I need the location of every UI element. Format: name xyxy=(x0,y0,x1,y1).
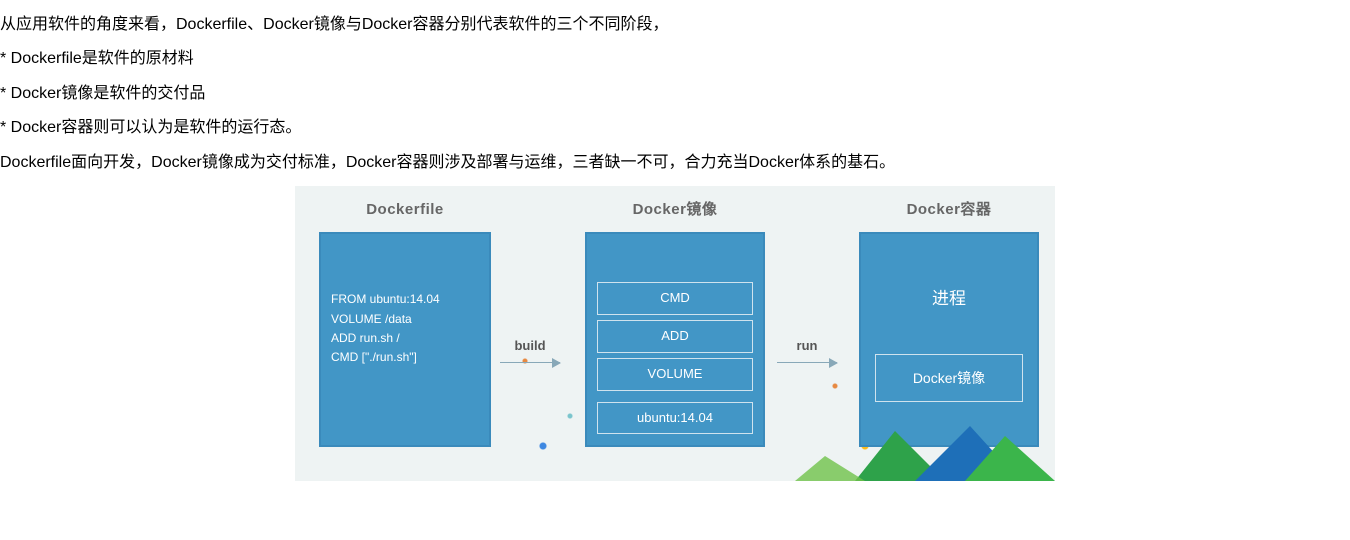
dockerfile-box: FROM ubuntu:14.04 VOLUME /data ADD run.s… xyxy=(319,232,491,447)
container-inner-image: Docker镜像 xyxy=(875,354,1023,403)
arrow-run: run xyxy=(777,334,837,362)
paragraph-intro: 从应用软件的角度来看，Dockerfile、Docker镜像与Docker容器分… xyxy=(0,10,1350,40)
diagram-col-container: Docker容器 进程 Docker镜像 xyxy=(859,196,1039,448)
arrow-run-label: run xyxy=(797,334,818,359)
container-box: 进程 Docker镜像 xyxy=(859,232,1039,447)
image-layer: VOLUME xyxy=(597,358,753,391)
col-title-image: Docker镜像 xyxy=(585,196,765,225)
document-text: 从应用软件的角度来看，Dockerfile、Docker镜像与Docker容器分… xyxy=(0,0,1350,178)
docker-stages-diagram: Dockerfile FROM ubuntu:14.04 VOLUME /dat… xyxy=(295,186,1055,481)
dockerfile-line: CMD ["./run.sh"] xyxy=(331,348,479,367)
bullet-image: * Docker镜像是软件的交付品 xyxy=(0,79,1350,109)
paragraph-summary: Dockerfile面向开发，Docker镜像成为交付标准，Docker容器则涉… xyxy=(0,148,1350,178)
col-title-container: Docker容器 xyxy=(859,196,1039,225)
image-layer-base: ubuntu:14.04 xyxy=(597,402,753,435)
arrow-build: build xyxy=(500,334,560,362)
image-layer: ADD xyxy=(597,320,753,353)
arrow-build-label: build xyxy=(514,334,545,359)
diagram-col-dockerfile: Dockerfile FROM ubuntu:14.04 VOLUME /dat… xyxy=(319,196,491,448)
bullet-container: * Docker容器则可以认为是软件的运行态。 xyxy=(0,113,1350,143)
decorative-shapes xyxy=(795,426,1055,481)
col-title-dockerfile: Dockerfile xyxy=(319,196,491,225)
image-box: CMD ADD VOLUME ubuntu:14.04 xyxy=(585,232,765,447)
dockerfile-line: VOLUME /data xyxy=(331,310,479,329)
dockerfile-line: ADD run.sh / xyxy=(331,329,479,348)
diagram-col-image: Docker镜像 CMD ADD VOLUME ubuntu:14.04 xyxy=(585,196,765,448)
bullet-dockerfile: * Dockerfile是软件的原材料 xyxy=(0,44,1350,74)
dockerfile-line: FROM ubuntu:14.04 xyxy=(331,290,479,309)
container-process-label: 进程 xyxy=(932,283,966,315)
image-layer: CMD xyxy=(597,282,753,315)
